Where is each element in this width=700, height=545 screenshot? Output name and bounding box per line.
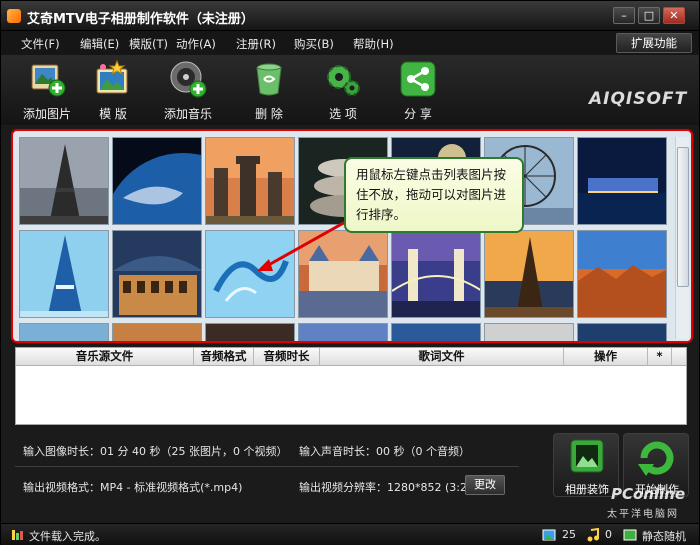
- transition-icon: [623, 529, 637, 541]
- add-image-button[interactable]: 添加图片: [19, 59, 75, 123]
- menu-template[interactable]: 模版(T): [129, 36, 168, 52]
- photo-list[interactable]: 用鼠标左键点击列表图片按住不放，拖动可以对图片进行排序。: [11, 129, 693, 343]
- maximize-button[interactable]: □: [638, 7, 660, 24]
- window-title: 艾奇MTV电子相册制作软件（未注册）: [27, 12, 254, 27]
- menu-register[interactable]: 注册(R): [236, 36, 276, 52]
- video-format-label: 输出视频格式：: [23, 481, 100, 494]
- options-label: 选 项: [329, 107, 357, 121]
- music-table[interactable]: 音乐源文件 音频格式 音频时长 歌词文件 操作 *: [15, 347, 687, 425]
- menu-file[interactable]: 文件(F): [21, 36, 60, 52]
- audio-duration-info: 输入声音时长：00 秒（0 个音频）: [299, 443, 470, 459]
- video-format-value: MP4 - 标准视频格式(*.mp4): [100, 481, 243, 494]
- pconline-watermark: PConline 太平洋电脑网: [601, 485, 697, 523]
- app-window: 艾奇MTV电子相册制作软件（未注册） – □ ✕ 文件(F) 编辑(E) 模版(…: [0, 0, 700, 545]
- minimize-button[interactable]: –: [613, 7, 635, 24]
- audio-duration-label: 输入声音时长：: [299, 445, 376, 458]
- brand-logo: AIQISOFT: [589, 89, 688, 109]
- expand-features-button[interactable]: 扩展功能: [616, 33, 692, 53]
- drag-sort-tooltip: 用鼠标左键点击列表图片按住不放，拖动可以对图片进行排序。: [344, 157, 524, 233]
- info-divider: [15, 466, 519, 467]
- image-duration-label: 输入图像时长：: [23, 445, 100, 458]
- resolution-info: 输出视频分辨率：1280*852 (3:2): [299, 479, 471, 495]
- menu-bar: 文件(F) 编辑(E) 模版(T) 动作(A) 注册(R) 购买(B) 帮助(H…: [1, 31, 699, 55]
- add-image-icon: [27, 59, 67, 99]
- resolution-label: 输出视频分辨率：: [299, 481, 387, 494]
- transition-mode[interactable]: 静态随机: [642, 528, 686, 544]
- audio-count: 0: [605, 528, 612, 541]
- share-icon: [398, 59, 438, 99]
- share-button[interactable]: 分 享: [398, 59, 438, 123]
- add-music-icon: [168, 59, 208, 99]
- col-star[interactable]: *: [648, 348, 672, 366]
- image-duration-info: 输入图像时长：01 分 40 秒（25 张图片，0 个视频）: [23, 443, 287, 459]
- delete-button[interactable]: 删 除: [249, 59, 289, 123]
- menu-buy[interactable]: 购买(B): [294, 36, 334, 52]
- refresh-arrow-icon: [638, 441, 674, 476]
- frame-icon: [570, 439, 604, 473]
- image-count-icon: [542, 529, 556, 541]
- template-button[interactable]: 模 版: [87, 59, 139, 123]
- add-music-label: 添加音乐: [163, 107, 212, 121]
- log-icon: [12, 530, 23, 540]
- gear-icon: [323, 59, 363, 99]
- delete-label: 删 除: [255, 107, 283, 121]
- image-duration-value: 01 分 40 秒（25 张图片，0 个视频）: [100, 445, 288, 458]
- col-audio-duration[interactable]: 音频时长: [254, 348, 320, 366]
- title-bar: 艾奇MTV电子相册制作软件（未注册） – □ ✕: [1, 1, 699, 31]
- options-button[interactable]: 选 项: [323, 59, 363, 123]
- col-audio-format[interactable]: 音频格式: [194, 348, 254, 366]
- watermark-subtitle: 太平洋电脑网: [607, 509, 679, 520]
- audio-duration-value: 00 秒（0 个音频）: [376, 445, 470, 458]
- watermark-brand: PConline: [611, 485, 686, 503]
- video-format-info: 输出视频格式：MP4 - 标准视频格式(*.mp4): [23, 479, 242, 495]
- menu-edit[interactable]: 编辑(E): [80, 36, 119, 52]
- music-note-icon: [587, 528, 599, 542]
- image-count: 25: [562, 528, 576, 541]
- add-image-label: 添加图片: [22, 107, 71, 121]
- share-label: 分 享: [404, 107, 432, 121]
- col-music-file[interactable]: 音乐源文件: [16, 348, 194, 366]
- resolution-value: 1280*852 (3:2): [387, 481, 472, 494]
- col-operation[interactable]: 操作: [564, 348, 648, 366]
- close-button[interactable]: ✕: [663, 7, 685, 24]
- menu-action[interactable]: 动作(A): [176, 36, 216, 52]
- output-info-panel: 输入图像时长：01 分 40 秒（25 张图片，0 个视频） 输入声音时长：00…: [15, 431, 545, 521]
- app-icon: [7, 9, 21, 23]
- trash-icon: [249, 59, 289, 99]
- change-settings-button[interactable]: 更改: [465, 475, 505, 495]
- menu-help[interactable]: 帮助(H): [353, 36, 394, 52]
- status-bar: 文件载入完成。 25 0 静态随机: [1, 523, 699, 545]
- music-table-header: 音乐源文件 音频格式 音频时长 歌词文件 操作 *: [16, 348, 686, 366]
- status-text: 文件载入完成。: [29, 530, 106, 543]
- template-icon: [93, 59, 133, 99]
- col-lyrics-file[interactable]: 歌词文件: [320, 348, 564, 366]
- add-music-button[interactable]: 添加音乐: [159, 59, 217, 123]
- template-label: 模 版: [99, 107, 127, 121]
